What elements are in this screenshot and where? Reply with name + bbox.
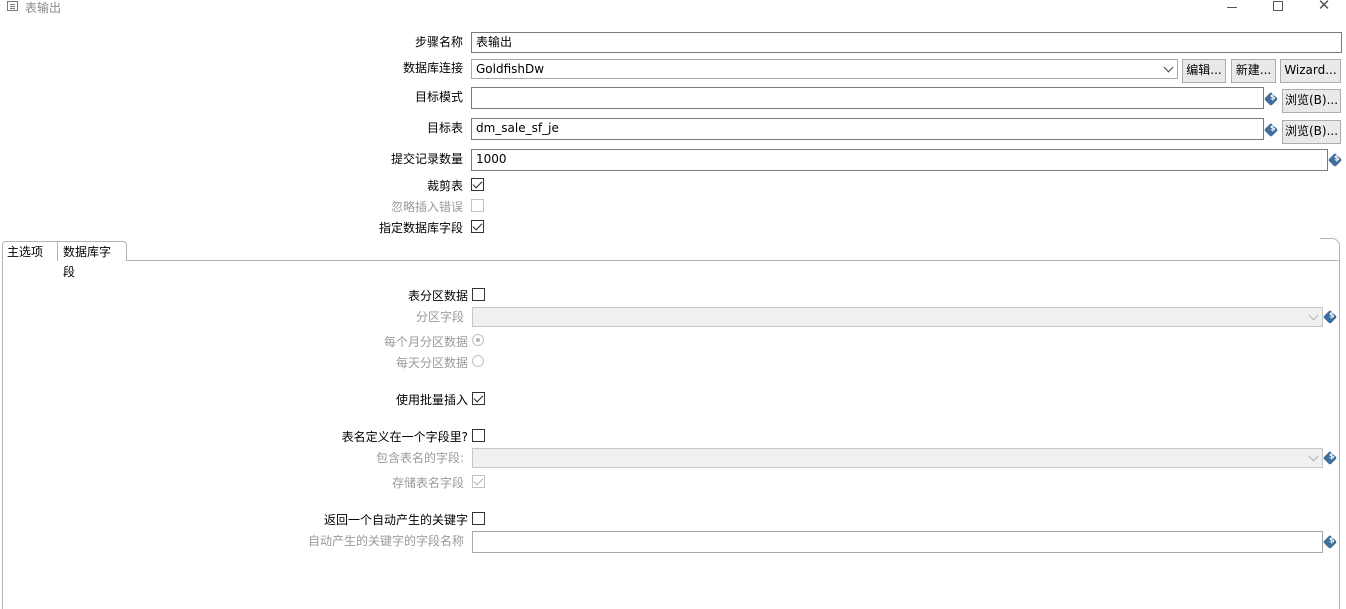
step-name-label: 步骤名称 bbox=[414, 35, 463, 49]
variable-dollar-icon bbox=[1263, 122, 1279, 138]
return-key-checkbox[interactable] bbox=[472, 512, 485, 525]
commit-size-input[interactable]: 1000 bbox=[471, 149, 1328, 171]
new-connection-button[interactable]: 新建... bbox=[1231, 59, 1276, 83]
partition-checkbox[interactable] bbox=[472, 288, 485, 301]
partition-label: 表分区数据 bbox=[407, 289, 468, 303]
key-field-input[interactable] bbox=[472, 531, 1323, 553]
browse-schema-button[interactable]: 浏览(B)... bbox=[1282, 89, 1341, 113]
table-output-icon bbox=[7, 1, 18, 11]
target-schema-input[interactable] bbox=[471, 87, 1264, 109]
partition-monthly-radio[interactable] bbox=[472, 334, 484, 346]
browse-table-button[interactable]: 浏览(B)... bbox=[1282, 120, 1341, 144]
title-bar: 表输出 ✕ bbox=[0, 0, 1346, 16]
tablename-in-field-label: 表名定义在一个字段里? bbox=[341, 430, 468, 444]
maximize-icon[interactable] bbox=[1268, 0, 1288, 14]
target-table-input[interactable]: dm_sale_sf_je bbox=[471, 118, 1264, 140]
partition-field-select[interactable] bbox=[472, 307, 1323, 327]
specify-fields-checkbox[interactable] bbox=[471, 220, 484, 233]
tablename-field-label: 包含表名的字段: bbox=[375, 451, 464, 465]
chevron-down-icon bbox=[1308, 310, 1319, 321]
tab-panel-corner bbox=[1320, 238, 1340, 260]
partition-monthly-label: 每个月分区数据 bbox=[383, 335, 468, 349]
store-tablename-checkbox[interactable] bbox=[472, 475, 485, 488]
ignore-errors-label: 忽略插入错误 bbox=[390, 200, 463, 214]
db-connection-select[interactable]: GoldfishDw bbox=[471, 59, 1178, 79]
db-connection-label: 数据库连接 bbox=[402, 61, 463, 75]
target-schema-label: 目标模式 bbox=[414, 90, 463, 104]
tablename-field-select[interactable] bbox=[472, 448, 1323, 468]
store-tablename-label: 存储表名字段 bbox=[391, 476, 464, 490]
tab-db-fields[interactable]: 数据库字段 bbox=[55, 241, 127, 279]
commit-size-label: 提交记录数量 bbox=[390, 152, 463, 166]
truncate-label: 裁剪表 bbox=[426, 179, 463, 193]
tab-main-options[interactable]: 主选项 bbox=[2, 241, 58, 261]
specify-fields-label: 指定数据库字段 bbox=[378, 221, 463, 235]
partition-daily-label: 每天分区数据 bbox=[395, 356, 468, 370]
truncate-checkbox[interactable] bbox=[471, 178, 484, 191]
chevron-down-icon bbox=[1163, 62, 1174, 73]
ignore-errors-checkbox[interactable] bbox=[471, 199, 484, 212]
chevron-down-icon bbox=[1308, 451, 1319, 462]
wizard-button[interactable]: Wizard... bbox=[1280, 59, 1341, 83]
tablename-in-field-checkbox[interactable] bbox=[472, 429, 485, 442]
key-field-label: 自动产生的关键字的字段名称 bbox=[307, 534, 464, 548]
variable-dollar-icon bbox=[1263, 91, 1279, 107]
batch-insert-label: 使用批量插入 bbox=[395, 393, 468, 407]
close-icon[interactable]: ✕ bbox=[1314, 0, 1334, 13]
target-table-label: 目标表 bbox=[426, 121, 463, 135]
step-name-input[interactable]: 表输出 bbox=[471, 32, 1342, 53]
return-key-label: 返回一个自动产生的关键字 bbox=[323, 513, 468, 527]
batch-insert-checkbox[interactable] bbox=[472, 392, 485, 405]
variable-dollar-icon bbox=[1327, 152, 1343, 168]
window-title: 表输出 bbox=[25, 1, 62, 15]
partition-daily-radio[interactable] bbox=[472, 355, 484, 367]
minimize-icon[interactable] bbox=[1222, 0, 1242, 14]
db-connection-value: GoldfishDw bbox=[476, 62, 545, 76]
partition-field-label: 分区字段 bbox=[415, 310, 464, 324]
edit-connection-button[interactable]: 编辑... bbox=[1182, 59, 1226, 83]
